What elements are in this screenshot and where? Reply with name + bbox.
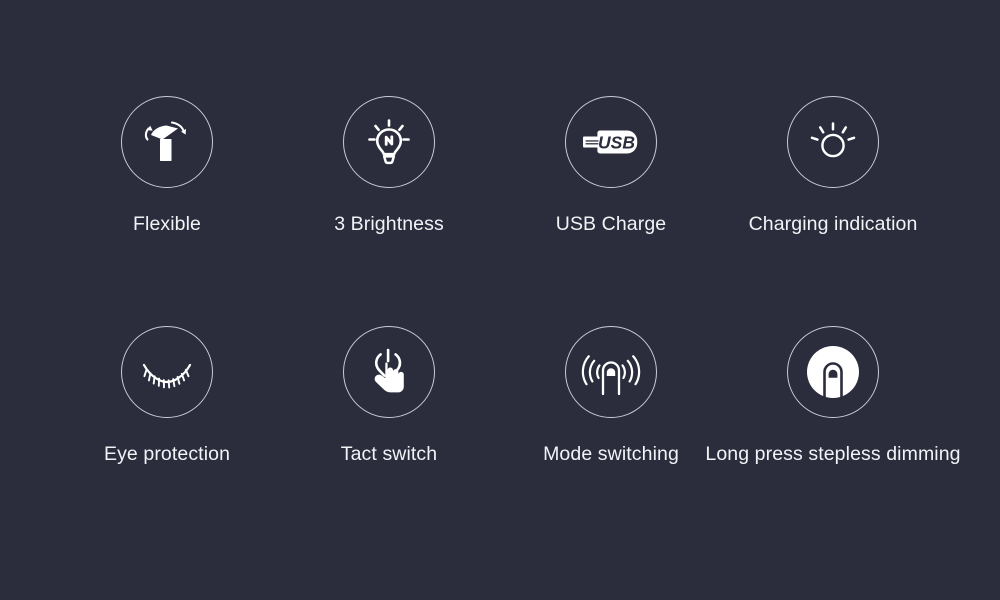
closed-eye-lashes-icon [121,326,213,418]
feature-label: Tact switch [340,443,438,465]
feature-item-3-brightness[interactable]: 3 Brightness [278,96,500,236]
feature-item-eye-protection[interactable]: Eye protection [56,326,278,466]
feature-row: Flexible 3 Brightness USB USB Charge Cha… [0,96,1000,326]
feature-showcase-panel: Flexible 3 Brightness USB USB Charge Cha… [0,0,1000,600]
usb-plug-icon: USB [565,96,657,188]
feature-label: USB Charge [555,213,667,235]
sun-brightness-icon [787,96,879,188]
flexible-lamp-icon [121,96,213,188]
feature-item-charging-indication[interactable]: Charging indication [722,96,944,236]
usb-plug-icon-text: USB [598,133,635,153]
feature-grid: Flexible 3 Brightness USB USB Charge Cha… [0,96,1000,556]
fingertip-filled-icon [787,326,879,418]
hand-tap-power-icon [343,326,435,418]
feature-label: Flexible [133,213,201,235]
feature-label: Mode switching [543,443,679,465]
feature-item-flexible[interactable]: Flexible [56,96,278,236]
feature-label: Eye protection [103,443,231,465]
light-bulb-bolt-icon [343,96,435,188]
feature-item-usb-charge[interactable]: USB USB Charge [500,96,722,236]
feature-item-tact-switch[interactable]: Tact switch [278,326,500,466]
feature-item-long-press-stepless-dimming[interactable]: Long press stepless dimming [705,326,961,466]
feature-label: Charging indication [748,213,918,235]
feature-item-mode-switching[interactable]: Mode switching [500,326,722,466]
feature-row: Eye protection Tact switch Mode switchin… [0,326,1000,556]
feature-label: 3 Brightness [334,213,444,235]
fingertip-signal-icon [565,326,657,418]
feature-label: Long press stepless dimming [705,443,961,465]
